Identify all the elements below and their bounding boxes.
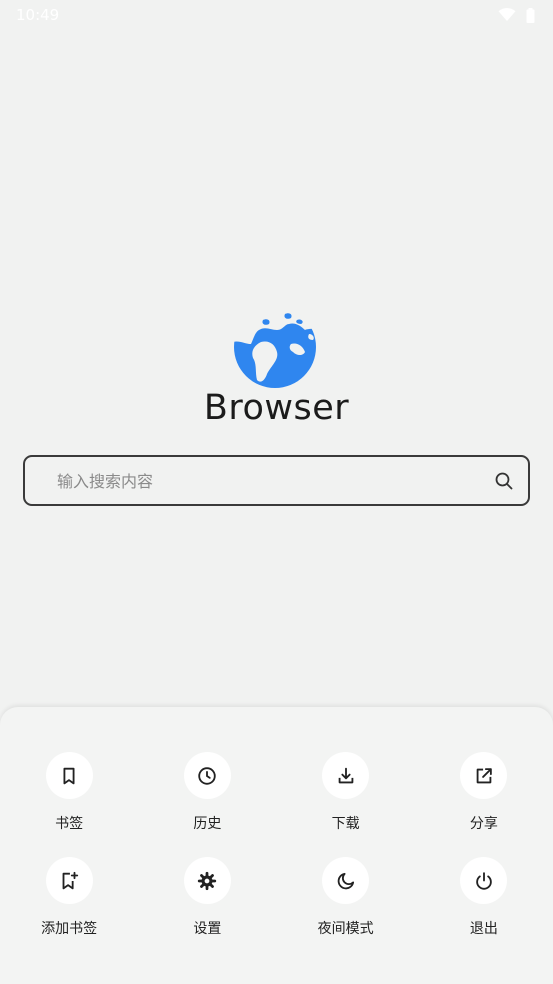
- menu-label: 设置: [193, 921, 222, 937]
- menu-item-exit[interactable]: 退出: [415, 857, 553, 938]
- menu-item-share[interactable]: 分享: [415, 752, 553, 833]
- menu-item-downloads[interactable]: 下载: [277, 752, 415, 833]
- share-icon: [476, 767, 492, 783]
- menu-icon-button[interactable]: [322, 752, 370, 799]
- search-icon[interactable]: [494, 471, 514, 491]
- clock-icon: [198, 766, 217, 785]
- menu-icon-button[interactable]: [45, 857, 93, 904]
- search-bar[interactable]: [23, 455, 530, 506]
- menu-icon-button[interactable]: [460, 857, 508, 904]
- bookmark-add-icon: [62, 871, 79, 889]
- status-bar: 10:49: [0, 0, 553, 30]
- status-icons: [498, 7, 535, 23]
- menu-item-settings[interactable]: 设置: [138, 857, 276, 938]
- menu-label: 退出: [469, 921, 498, 937]
- menu-item-history[interactable]: 历史: [138, 752, 276, 833]
- menu-label: 分享: [469, 816, 498, 832]
- bookmark-icon: [63, 767, 75, 784]
- app-title: Browser: [203, 388, 350, 428]
- menu-icon-button[interactable]: [183, 752, 231, 799]
- bottom-menu-sheet: 书签 历史 下载 分享 添加书签 设置 夜间模式 退出: [0, 707, 553, 984]
- menu-item-night-mode[interactable]: 夜间模式: [277, 857, 415, 938]
- menu-icon-button[interactable]: [183, 857, 231, 904]
- menu-label: 添加书签: [41, 921, 98, 937]
- status-time: 10:49: [16, 6, 60, 24]
- menu-label: 书签: [55, 816, 84, 832]
- menu-item-add-bookmark[interactable]: 添加书签: [0, 857, 138, 938]
- globe-logo-icon: [233, 300, 317, 388]
- menu-grid: 书签 历史 下载 分享 添加书签 设置 夜间模式 退出: [0, 752, 553, 938]
- battery-icon: [526, 7, 535, 23]
- menu-icon-button[interactable]: [322, 857, 370, 904]
- search-input[interactable]: [55, 457, 489, 506]
- menu-icon-button[interactable]: [460, 752, 508, 799]
- wifi-icon: [498, 8, 516, 21]
- moon-icon: [337, 872, 354, 889]
- download-icon: [338, 767, 353, 783]
- menu-label: 夜间模式: [317, 921, 374, 937]
- menu-icon-button[interactable]: [45, 752, 93, 799]
- menu-label: 下载: [331, 816, 360, 832]
- menu-item-bookmarks[interactable]: 书签: [0, 752, 138, 833]
- gear-icon: [198, 871, 217, 890]
- power-icon: [476, 871, 492, 890]
- menu-label: 历史: [193, 816, 222, 832]
